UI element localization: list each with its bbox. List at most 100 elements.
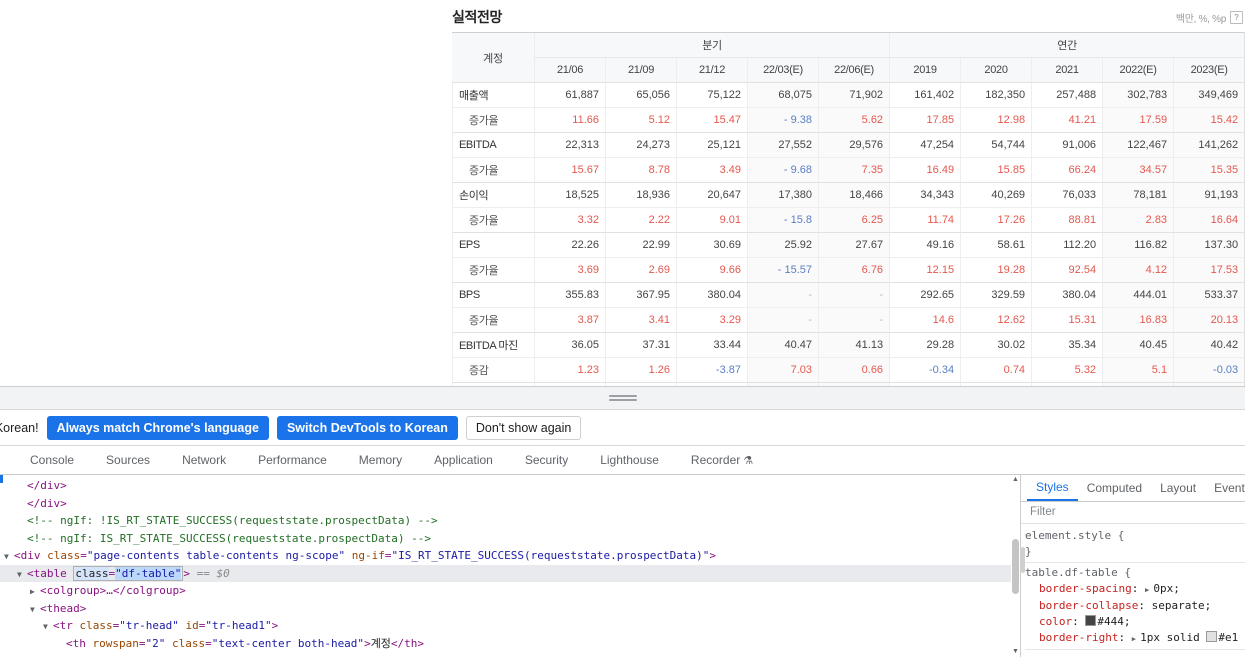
scroll-thumb[interactable] <box>1012 539 1019 594</box>
col-account: 계정 <box>452 33 534 83</box>
styles-tab-event[interactable]: Event <box>1205 476 1245 501</box>
disclosure-triangle-icon[interactable] <box>4 548 14 566</box>
style-property[interactable]: border-spacing: ▶ 0px; <box>1025 581 1245 598</box>
table-cell: 37.31 <box>605 333 676 358</box>
color-swatch[interactable] <box>1085 615 1097 626</box>
table-cell: 2.69 <box>605 258 676 283</box>
style-property[interactable]: border-right: ▶ 1px solid #e1 <box>1025 630 1245 647</box>
table-cell: 35.34 <box>1031 333 1103 358</box>
styles-resize-grip[interactable] <box>1021 547 1025 573</box>
flask-icon: ⚗ <box>743 454 754 467</box>
devtools-tab-performance[interactable]: Performance <box>242 446 343 474</box>
section-header: 실적전망 백만, %, %p ? <box>452 0 1245 32</box>
table-cell: 49.16 <box>889 233 961 258</box>
devtools-tab-network[interactable]: Network <box>166 446 242 474</box>
style-rule-block[interactable]: element.style {} <box>1025 528 1245 563</box>
dom-line[interactable]: <tr class="tr-head" id="tr-head1"> <box>0 617 1020 635</box>
table-cell: 17,380 <box>747 183 818 208</box>
table-cell: 12.98 <box>960 108 1032 133</box>
color-swatch[interactable] <box>1206 631 1218 642</box>
table-cell: 34,343 <box>889 183 961 208</box>
dom-line[interactable]: <div class="page-contents table-contents… <box>0 547 1020 565</box>
scroll-up-icon[interactable]: ▲ <box>1011 475 1020 485</box>
expand-arrow-icon[interactable]: ▶ <box>1132 635 1140 643</box>
table-cell: 30.69 <box>676 233 747 258</box>
table-cell: 75,122 <box>676 83 747 108</box>
table-cell: 17.26 <box>960 208 1032 233</box>
table-cell: 329.59 <box>960 283 1032 308</box>
style-selector: element.style { <box>1025 529 1125 542</box>
table-row: 증가율 3.32 2.22 9.01- 15.8 6.25 11.74 17.26 88.81… <box>452 208 1245 233</box>
table-cell: 2.22 <box>605 208 676 233</box>
dom-line[interactable]: <!-- ngIf: IS_RT_STATE_SUCCESS(requestst… <box>0 530 1020 548</box>
dom-line[interactable]: <!-- ngIf: !IS_RT_STATE_SUCCESS(requests… <box>0 512 1020 530</box>
styles-tab-computed[interactable]: Computed <box>1078 476 1151 501</box>
table-row: 증가율 3.69 2.69 9.66- 15.57 6.76 12.15 19.28 92.5… <box>452 258 1245 283</box>
table-cell: 29,576 <box>818 133 890 158</box>
table-body: 매출액 61,887 65,056 75,122 68,075 71,902 161,402… <box>452 83 1245 386</box>
styles-pane: Styles Computed Layout Event Filter element… <box>1021 475 1245 657</box>
devtools-tab-application[interactable]: Application <box>418 446 509 474</box>
table-cell: 141,262 <box>1173 133 1245 158</box>
table-cell: 36.05 <box>534 333 605 358</box>
dom-line[interactable]: <table class="df-table"> == $0 <box>0 564 1020 584</box>
table-row: 손이익 18,525 18,936 20,647 17,380 18,466 34,343 4… <box>452 183 1245 208</box>
table-cell: 355.83 <box>534 283 605 308</box>
drag-grip-icon <box>608 393 637 403</box>
table-cell: 71,902 <box>818 83 890 108</box>
table-cell: 6.25 <box>818 208 890 233</box>
disclosure-triangle-icon[interactable] <box>30 583 40 601</box>
table-head: 계정 분기 연간 21/06 21/09 21/12 22/03(E) 22/06(E) 2… <box>452 33 1245 83</box>
table-head-row-groups: 계정 분기 연간 <box>452 33 1245 83</box>
table-cell: 444.01 <box>1102 283 1174 308</box>
table-cell: 27.67 <box>818 233 890 258</box>
devtools-tab-recorder[interactable]: Recorder ⚗ <box>675 446 769 475</box>
table-cell: 9.01 <box>676 208 747 233</box>
col-header-4: 22/06(E) <box>818 58 890 83</box>
table-cell: 24,273 <box>605 133 676 158</box>
devtools-tab-lighthouse[interactable]: Lighthouse <box>584 446 675 474</box>
table-cell: 61,887 <box>534 83 605 108</box>
table-row: 증가율 11.66 5.12 15.47- 9.38 5.62 17.85 12.98 41.… <box>452 108 1245 133</box>
table-cell: 3.69 <box>534 258 605 283</box>
dom-line[interactable]: </div> <box>0 477 1020 495</box>
help-icon[interactable]: ? <box>1230 11 1243 24</box>
dom-tree-pane[interactable]: </div> </div> <!-- ngIf: !IS_RT_STATE_SUCC… <box>0 475 1021 657</box>
table-cell: 91,193 <box>1173 183 1245 208</box>
table-cell: 5.12 <box>605 108 676 133</box>
dont-show-again-button[interactable]: Don't show again <box>465 415 582 440</box>
switch-devtools-korean-button[interactable]: Switch DevTools to Korean <box>276 415 458 440</box>
devtools-tab-console[interactable]: Console <box>14 446 90 474</box>
table-cell: 92.54 <box>1031 258 1103 283</box>
dom-line[interactable]: <th rowspan="2" class="text-center both-… <box>0 635 1020 653</box>
disclosure-triangle-icon[interactable] <box>43 618 53 636</box>
row-label: BPS <box>452 283 534 308</box>
disclosure-triangle-icon[interactable] <box>30 601 40 619</box>
table-row: 증감 1.23 1.26 -3.87 7.03 0.66 -0.34 0.74 5.32 5.1-… <box>452 358 1245 383</box>
styles-tab-layout[interactable]: Layout <box>1151 476 1205 501</box>
scroll-down-icon[interactable]: ▼ <box>1011 647 1020 657</box>
col-header-0: 21/06 <box>534 58 605 83</box>
styles-tab-styles[interactable]: Styles <box>1027 475 1078 501</box>
row-label: 증감 <box>452 358 534 383</box>
devtools-tab-sources[interactable]: Sources <box>90 446 166 474</box>
table-cell: 5.32 <box>1031 358 1103 383</box>
col-header-2: 21/12 <box>676 58 747 83</box>
devtools-tab-security[interactable]: Security <box>509 446 584 474</box>
devtools-tab-memory[interactable]: Memory <box>343 446 418 474</box>
style-property[interactable]: color: #444; <box>1025 614 1245 630</box>
dom-line[interactable]: <thead> <box>0 600 1020 618</box>
always-match-language-button[interactable]: Always match Chrome's language <box>46 415 269 440</box>
dom-scrollbar[interactable]: ▲ ▼ <box>1011 475 1020 657</box>
dom-line[interactable]: </div> <box>0 495 1020 513</box>
table-cell: 12.15 <box>889 258 961 283</box>
dom-line[interactable]: <colgroup>…</colgroup> <box>0 582 1020 600</box>
table-cell: 7.03 <box>747 358 818 383</box>
style-rule-block[interactable]: table.df-table {border-spacing: ▶ 0px; bo… <box>1025 565 1245 650</box>
table-cell: 15.35 <box>1173 158 1245 183</box>
disclosure-triangle-icon[interactable] <box>17 566 27 584</box>
style-property[interactable]: border-collapse: separate; <box>1025 598 1245 614</box>
styles-filter-input[interactable]: Filter <box>1021 502 1245 524</box>
devtools-drag-handle[interactable] <box>0 387 1245 410</box>
row-label: 증가율 <box>452 258 534 283</box>
